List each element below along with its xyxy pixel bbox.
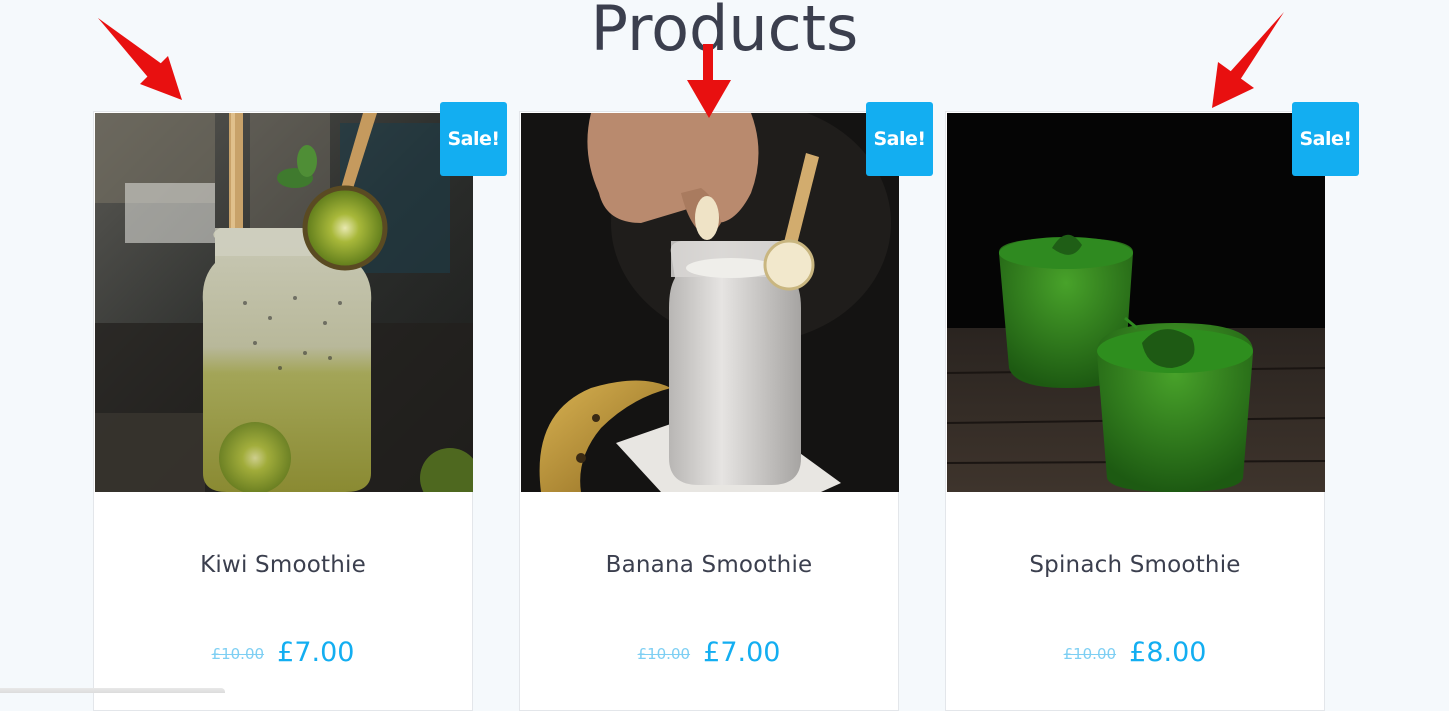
old-price: £10.00 — [211, 645, 265, 663]
product-name[interactable]: Spinach Smoothie — [946, 552, 1324, 578]
sale-price: £7.00 — [703, 637, 781, 668]
sale-price: £7.00 — [277, 637, 355, 668]
old-price: £10.00 — [637, 645, 691, 663]
product-name[interactable]: Kiwi Smoothie — [94, 552, 472, 578]
product-card-kiwi[interactable]: Sale! Kiwi Smoothie £10.00 £7.00 — [93, 102, 507, 711]
sale-badge: Sale! — [1292, 102, 1359, 176]
spinach-smoothie-photo[interactable] — [947, 113, 1325, 492]
scroll-indicator — [0, 688, 225, 693]
sale-badge: Sale! — [440, 102, 507, 176]
price-row: £10.00 £7.00 — [520, 637, 898, 668]
sale-price: £8.00 — [1129, 637, 1207, 668]
price-row: £10.00 £7.00 — [94, 637, 472, 668]
price-row: £10.00 £8.00 — [946, 637, 1324, 668]
page-title: Products — [590, 0, 859, 65]
product-name[interactable]: Banana Smoothie — [520, 552, 898, 578]
kiwi-smoothie-photo[interactable] — [95, 113, 473, 492]
old-price: £10.00 — [1063, 645, 1117, 663]
product-card-banana[interactable]: Sale! Banana Smoothie £10.00 £7.00 — [519, 102, 933, 711]
banana-smoothie-photo[interactable] — [521, 113, 899, 492]
product-card-spinach[interactable]: Sale! Spinach Smoothie £10.00 £8.00 — [945, 102, 1359, 711]
sale-badge: Sale! — [866, 102, 933, 176]
